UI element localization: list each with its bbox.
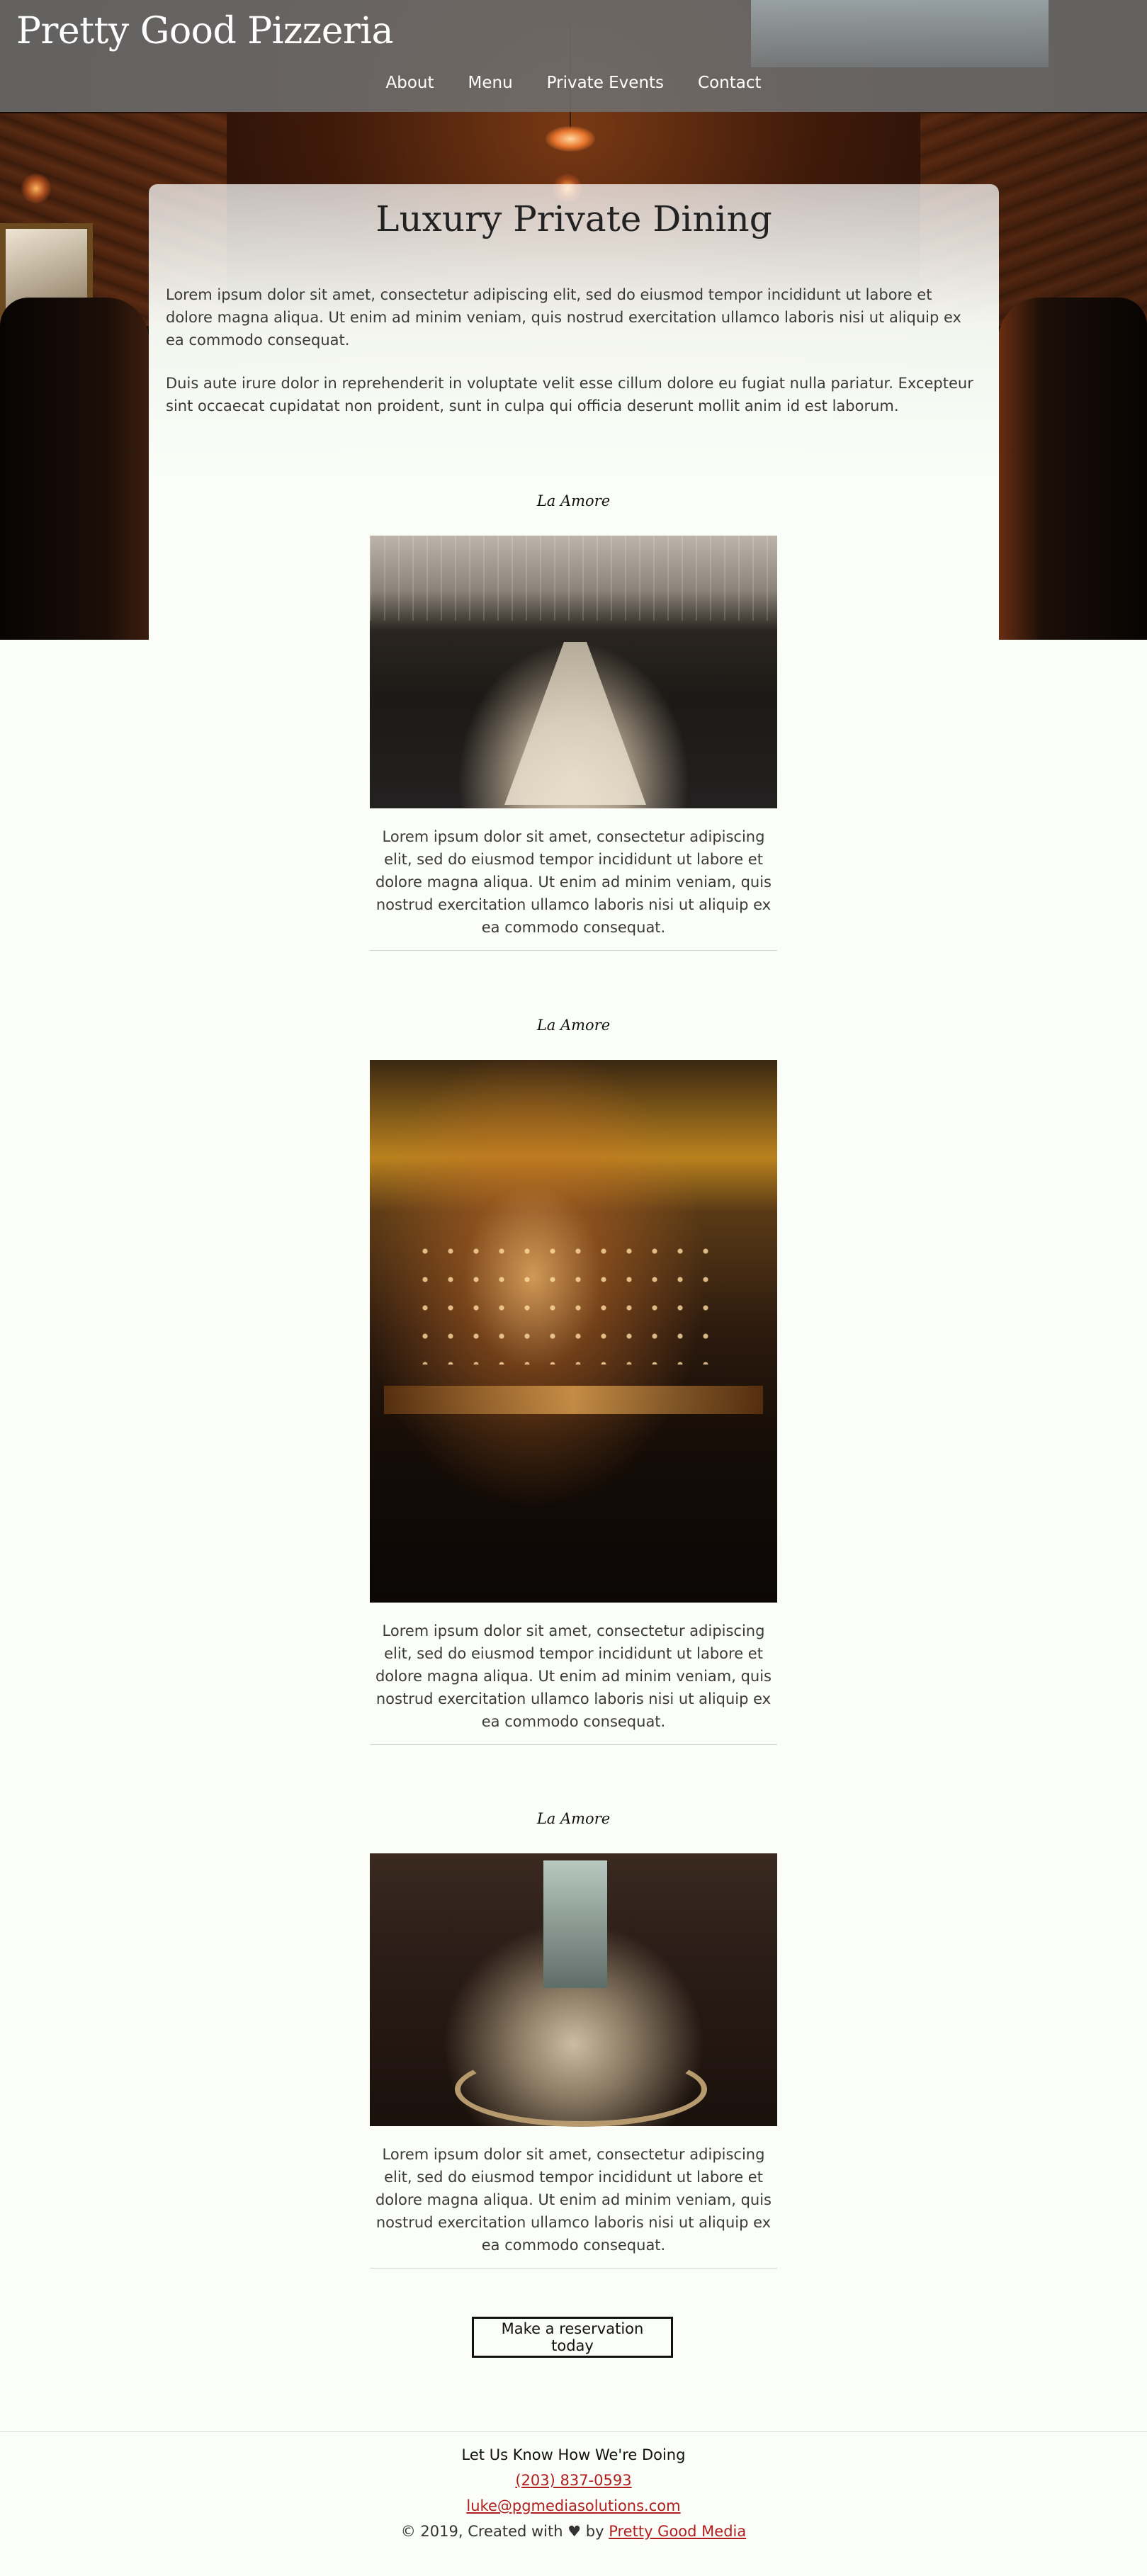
venue-photo-lounge <box>370 1853 777 2127</box>
nav-link-about[interactable]: About <box>385 74 434 92</box>
footer-email-link[interactable]: luke@pgmediasolutions.com <box>466 2497 680 2514</box>
footer-heading: Let Us Know How We're Doing <box>461 2446 686 2463</box>
site-header: Pretty Good Pizzeria About Menu Private … <box>0 0 1147 112</box>
venue-description: Lorem ipsum dolor sit amet, consectetur … <box>375 1622 772 1730</box>
nav-link-menu[interactable]: Menu <box>468 74 513 92</box>
venue-photo-dining-room <box>370 536 777 808</box>
intro-paragraph-2: Duis aute irure dolor in reprehenderit i… <box>166 375 973 414</box>
header-background-glare <box>751 0 1049 67</box>
intro-paragraph-1: Lorem ipsum dolor sit amet, consectetur … <box>166 286 961 349</box>
footer-credit-by: by <box>585 2523 604 2540</box>
venue-divider <box>370 1744 777 1745</box>
venue-photo-bar <box>370 1060 777 1603</box>
venue-section: La Amore Lorem ipsum dolor sit amet, con… <box>370 1810 777 2269</box>
footer-credit: © 2019, Created with ♥ by Pretty Good Me… <box>0 2523 1147 2540</box>
nav-link-contact[interactable]: Contact <box>698 74 761 92</box>
venue-section: La Amore Lorem ipsum dolor sit amet, con… <box>370 492 777 951</box>
ceiling-lamp <box>546 126 595 152</box>
venue-name: La Amore <box>536 492 611 509</box>
venue-description: Lorem ipsum dolor sit amet, consectetur … <box>375 2146 772 2254</box>
nav-link-private-events[interactable]: Private Events <box>547 74 664 92</box>
footer-credit-prefix: © 2019, Created with <box>400 2523 563 2540</box>
booth-right <box>998 298 1147 640</box>
venue-name: La Amore <box>536 1810 611 1827</box>
venue-divider <box>370 2268 777 2269</box>
heart-icon: ♥ <box>567 2523 582 2540</box>
main-nav: About Menu Private Events Contact <box>0 74 1147 92</box>
footer-credit-link[interactable]: Pretty Good Media <box>609 2523 746 2540</box>
reservation-button[interactable]: Make a reservation today <box>472 2317 673 2358</box>
page-title: Luxury Private Dining <box>375 198 772 239</box>
footer-phone-link[interactable]: (203) 837-0593 <box>515 2472 631 2489</box>
site-footer: Let Us Know How We're Doing (203) 837-05… <box>0 2431 1147 2576</box>
site-brand[interactable]: Pretty Good Pizzeria <box>16 10 393 52</box>
content-card: Luxury Private Dining Lorem ipsum dolor … <box>149 184 999 2380</box>
wall-sconce-left <box>21 174 51 203</box>
venue-divider <box>370 950 777 951</box>
venue-name: La Amore <box>536 1017 611 1034</box>
venue-description: Lorem ipsum dolor sit amet, consectetur … <box>375 828 772 936</box>
booth-left <box>0 298 149 640</box>
venue-section: La Amore Lorem ipsum dolor sit amet, con… <box>370 1017 777 1745</box>
